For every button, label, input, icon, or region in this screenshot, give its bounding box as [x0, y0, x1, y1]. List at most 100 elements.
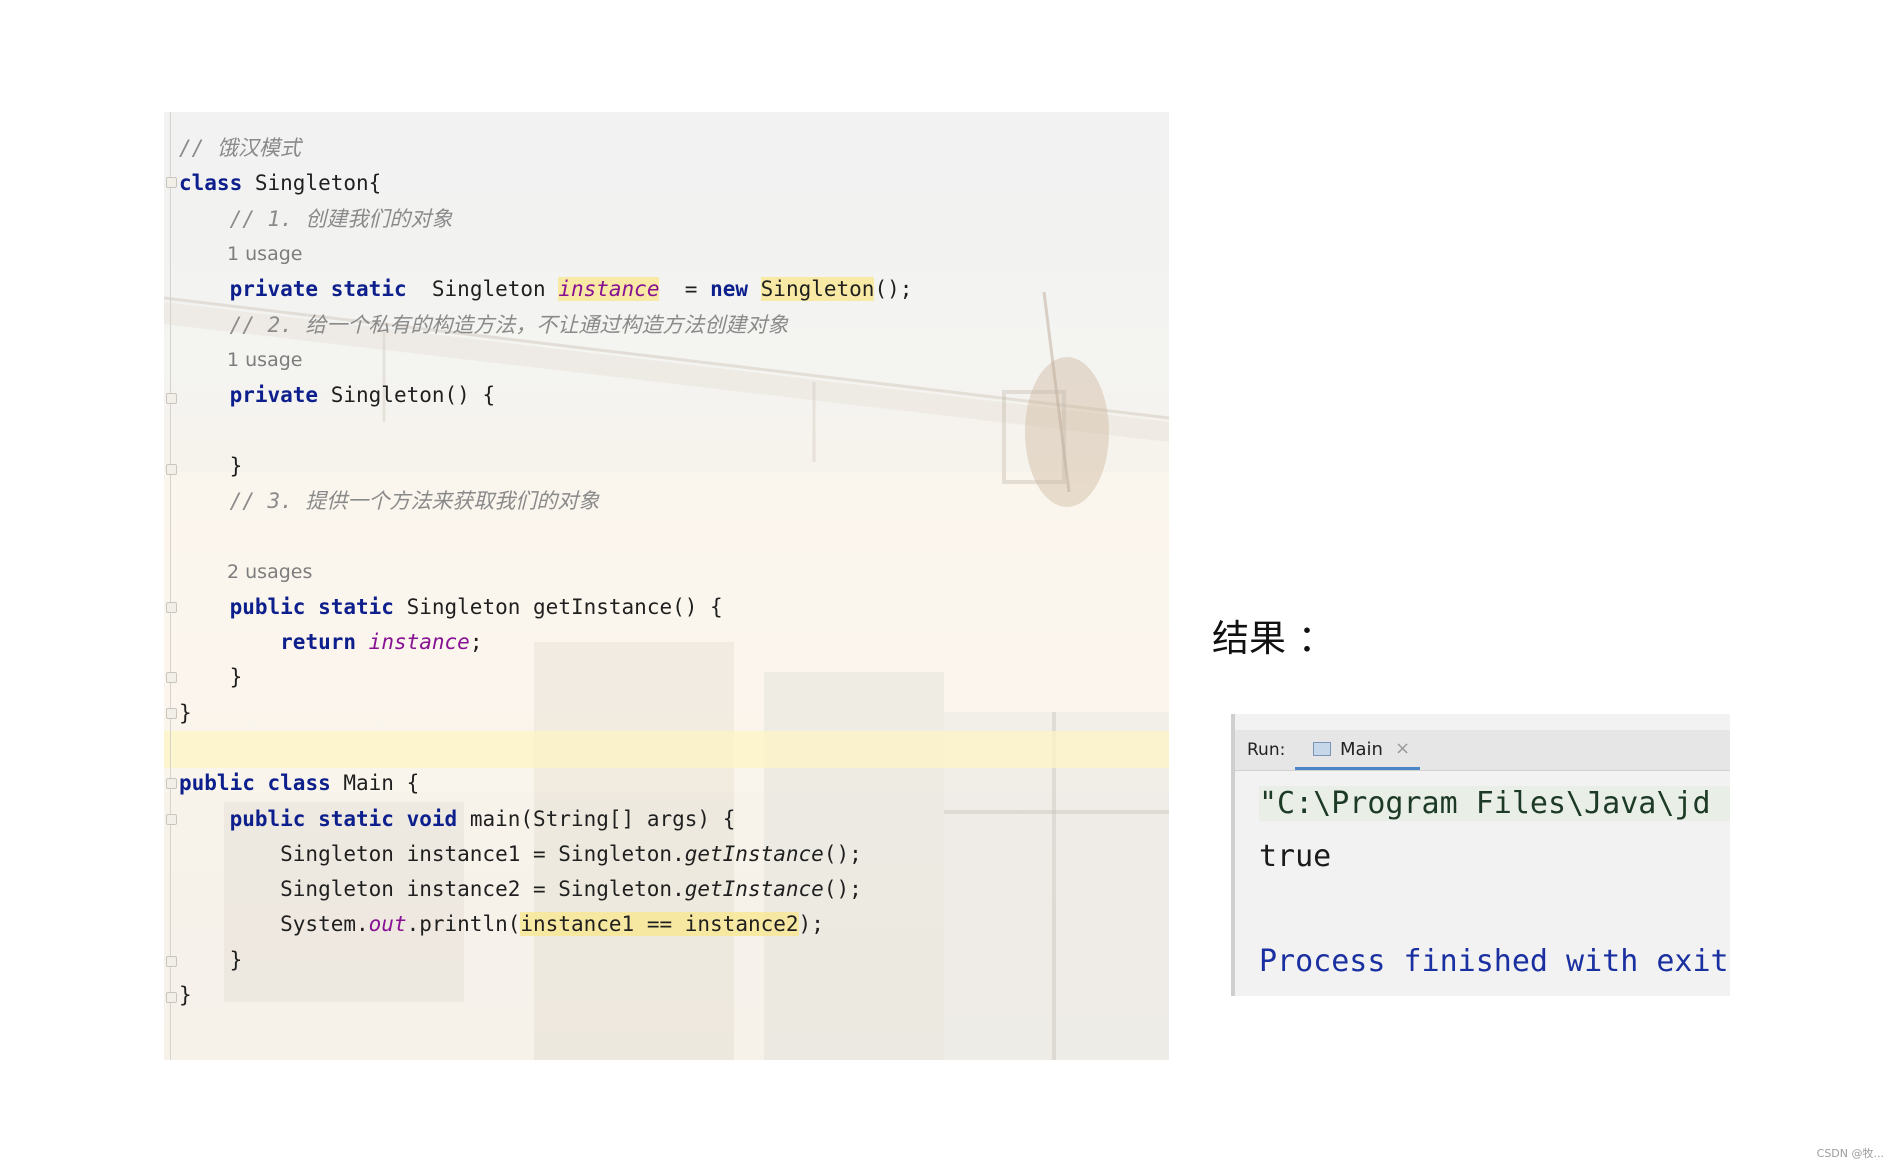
code-token: Singleton instance1 = Singleton. — [179, 842, 685, 866]
code-line[interactable]: // 2. 给一个私有的构造方法，不让通过构造方法创建对象 — [179, 310, 789, 340]
code-token: instance — [558, 277, 660, 301]
code-token: public — [229, 807, 306, 831]
run-toolbar: Run: Main × — [1235, 730, 1730, 771]
run-panel[interactable]: Run: Main × "C:\Program Files\Java\jd tr… — [1231, 714, 1730, 996]
fold-marker-icon[interactable] — [166, 992, 177, 1003]
code-token: System. — [179, 912, 369, 936]
code-editor[interactable]: 1 usage 1 usage 2 usages // 饿汉模式 class S… — [164, 112, 1169, 1060]
code-line[interactable]: // 1. 创建我们的对象 — [179, 204, 453, 234]
code-token: private — [229, 383, 319, 407]
code-token: } — [179, 665, 243, 689]
usage-hint[interactable]: 1 usage — [227, 346, 302, 374]
code-token: // 1. 创建我们的对象 — [179, 207, 453, 231]
code-token: = — [659, 277, 711, 301]
fold-marker-icon[interactable] — [166, 814, 177, 825]
close-icon[interactable]: × — [1395, 738, 1410, 759]
code-line[interactable]: } — [179, 698, 192, 728]
code-line[interactable]: // 饿汉模式 — [179, 133, 301, 163]
tab-main[interactable]: Main × — [1295, 730, 1420, 770]
console-exit-line[interactable]: Process finished with exit code 0 — [1259, 944, 1730, 979]
usage-hint[interactable]: 2 usages — [227, 558, 312, 586]
code-token: main(String[] args) { — [457, 807, 736, 831]
code-token: return — [280, 630, 357, 654]
code-token: Singleton() { — [318, 383, 496, 407]
fold-marker-icon[interactable] — [166, 393, 177, 404]
code-token: } — [179, 701, 192, 725]
code-line[interactable]: } — [179, 945, 243, 975]
code-token: new — [710, 277, 748, 301]
result-label: 结果 ： — [1212, 617, 1335, 660]
console-output-line[interactable]: true — [1259, 839, 1331, 874]
code-token: getInstance — [684, 877, 824, 901]
code-token: out — [368, 912, 407, 936]
code-token: instance — [368, 630, 470, 654]
code-line[interactable]: public class Main { — [179, 768, 419, 798]
fold-marker-icon[interactable] — [166, 177, 177, 188]
code-token: public — [179, 771, 255, 795]
code-line[interactable]: } — [179, 451, 243, 481]
code-token: Singleton getInstance() { — [393, 595, 723, 619]
code-token: (); — [874, 277, 913, 301]
code-line[interactable]: Singleton instance1 = Singleton.getInsta… — [179, 839, 862, 869]
code-line[interactable]: Singleton instance2 = Singleton.getInsta… — [179, 874, 862, 904]
fold-marker-icon[interactable] — [166, 708, 177, 719]
code-line[interactable]: return instance; — [179, 627, 482, 657]
fold-marker-icon[interactable] — [166, 672, 177, 683]
code-token: static — [330, 277, 407, 301]
watermark: CSDN @牧... — [1816, 1147, 1884, 1160]
code-line[interactable]: public static Singleton getInstance() { — [179, 592, 723, 622]
code-line[interactable]: } — [179, 662, 243, 692]
code-token: void — [406, 807, 458, 831]
tab-main-label: Main — [1340, 739, 1383, 760]
code-line[interactable]: class Singleton{ — [179, 168, 381, 198]
code-token: (); — [823, 877, 862, 901]
code-line[interactable]: private Singleton() { — [179, 380, 496, 410]
code-token: class — [179, 171, 243, 195]
code-token: // 饿汉模式 — [179, 136, 301, 160]
code-line[interactable]: public static void main(String[] args) { — [179, 804, 736, 834]
current-line-highlight — [164, 731, 1169, 768]
code-line[interactable]: } — [179, 980, 192, 1010]
code-token: Singleton — [760, 277, 875, 301]
code-token: .println( — [406, 912, 521, 936]
run-label: Run: — [1247, 740, 1286, 760]
fold-marker-icon[interactable] — [166, 778, 177, 789]
console-icon — [1313, 742, 1331, 756]
usage-hint[interactable]: 1 usage — [227, 240, 302, 268]
code-token: ); — [798, 912, 824, 936]
code-token: getInstance — [684, 842, 824, 866]
code-token: } — [179, 454, 243, 478]
code-token: instance1 == instance2 — [520, 912, 799, 936]
code-token: ; — [469, 630, 483, 654]
code-token: static — [318, 595, 394, 619]
fold-marker-icon[interactable] — [166, 956, 177, 967]
code-token: } — [179, 948, 243, 972]
console-command-line[interactable]: "C:\Program Files\Java\jd — [1259, 786, 1730, 821]
code-line[interactable]: System.out.println(instance1 == instance… — [179, 909, 824, 939]
fold-marker-icon[interactable] — [166, 464, 177, 475]
fold-marker-icon[interactable] — [166, 602, 177, 613]
code-token: public — [229, 595, 306, 619]
code-line[interactable]: private static Singleton instance = new … — [179, 274, 912, 304]
code-token: // 2. 给一个私有的构造方法，不让通过构造方法创建对象 — [179, 313, 789, 337]
code-token: Singleton instance2 = Singleton. — [179, 877, 685, 901]
code-token: Singleton{ — [242, 171, 382, 195]
editor-gutter — [170, 112, 171, 1060]
code-token: } — [179, 983, 192, 1007]
code-token: class — [267, 771, 331, 795]
code-line[interactable]: // 3. 提供一个方法来获取我们的对象 — [179, 486, 600, 516]
code-token: static — [318, 807, 394, 831]
code-token: private — [229, 277, 319, 301]
code-token: // 3. 提供一个方法来获取我们的对象 — [179, 489, 600, 513]
